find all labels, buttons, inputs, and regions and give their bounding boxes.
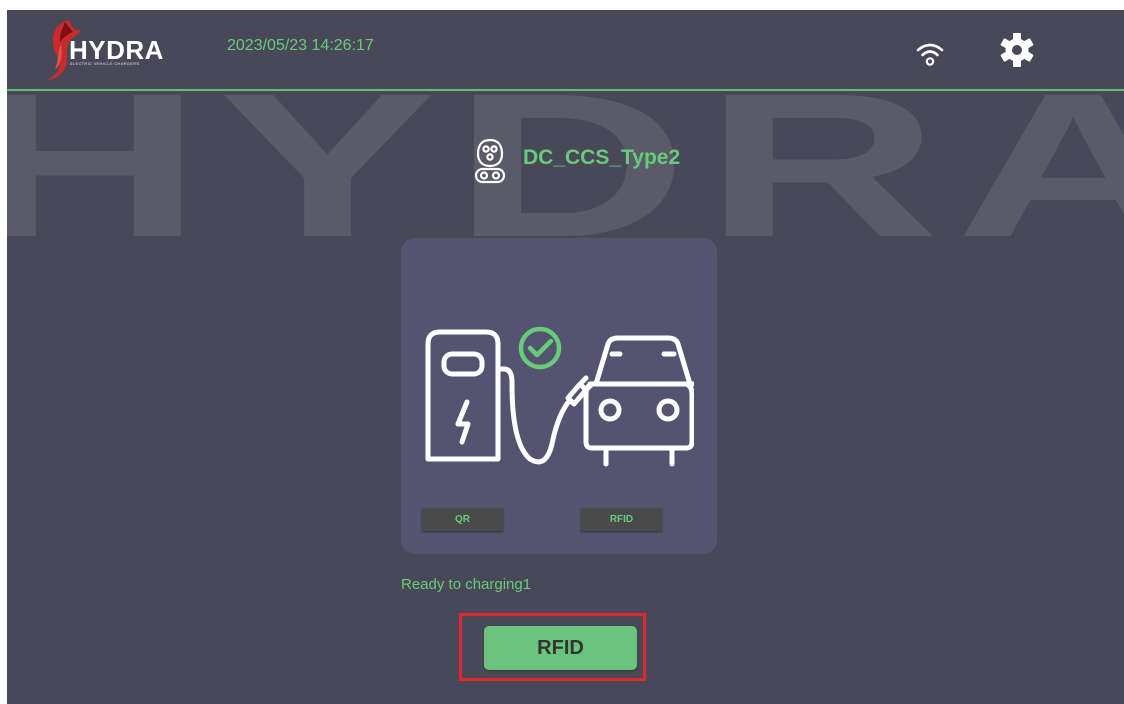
top-bar: HYDRA ELECTRIC VEHICLE CHARGERS 2023/05/… — [7, 10, 1124, 90]
qr-button[interactable]: QR — [422, 508, 503, 531]
ccs-connector-icon — [474, 138, 506, 184]
brand-subtitle: ELECTRIC VEHICLE CHARGERS — [70, 61, 140, 66]
wifi-icon[interactable] — [916, 41, 944, 67]
auth-method-card: QR RFID — [401, 238, 717, 554]
rfid-button[interactable]: RFID — [484, 626, 637, 670]
charger-screen: HYDRA HYDRA ELECTRIC VEHICLE CHARGERS 20… — [7, 10, 1124, 704]
status-text: Ready to charging1 — [401, 576, 532, 593]
gear-icon[interactable] — [999, 32, 1035, 68]
header-divider — [7, 89, 1124, 91]
card-rfid-button[interactable]: RFID — [581, 508, 662, 531]
date-time: 2023/05/23 14:26:17 — [227, 37, 374, 54]
ev-charger-car-check-icon — [425, 326, 694, 467]
connector-type-label: DC_CCS_Type2 — [523, 146, 681, 169]
